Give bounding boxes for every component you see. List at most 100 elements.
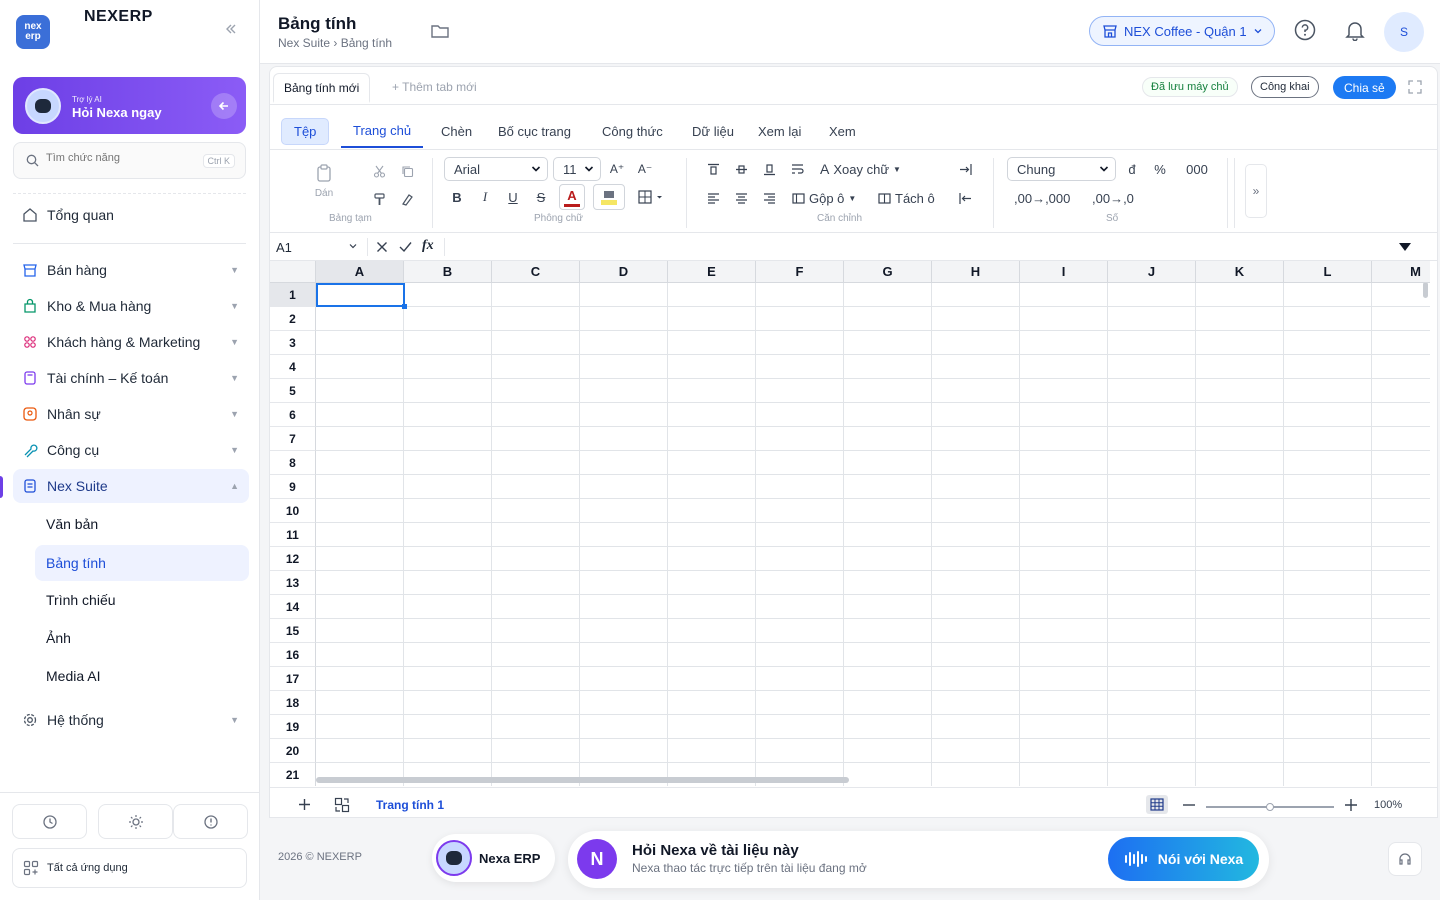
horizontal-scrollbar[interactable] <box>316 777 849 783</box>
nav-system[interactable]: Hệ thống ▼ <box>13 703 249 737</box>
sheet-tab-1[interactable]: Trang tính 1 <box>376 798 444 812</box>
cut-icon[interactable] <box>370 162 388 180</box>
tab-view[interactable]: Xem <box>817 115 868 148</box>
nav-tools[interactable]: Công cụ ▼ <box>13 433 249 467</box>
italic-button[interactable]: I <box>476 186 494 208</box>
alert-button[interactable] <box>173 804 248 839</box>
nexa-erp-pill[interactable]: Nexa ERP <box>432 834 555 882</box>
tab-home[interactable]: Trang chủ <box>341 115 424 148</box>
row-header[interactable]: 13 <box>270 571 316 595</box>
ribbon-more-button[interactable]: » <box>1245 164 1267 218</box>
support-button[interactable] <box>1388 842 1422 876</box>
font-family-select[interactable]: Arial <box>444 157 548 181</box>
spreadsheet-grid[interactable]: A B C D E F G H I J K L M 1 2 3 4 5 6 7 8 9 10 11 12 13 14 15 16 17 18… <box>270 261 1430 786</box>
row-header[interactable]: 1 <box>270 283 316 307</box>
wrap-text-icon[interactable] <box>788 160 806 178</box>
row-header[interactable]: 15 <box>270 619 316 643</box>
bold-button[interactable]: B <box>448 186 466 208</box>
breadcrumb[interactable]: Nex Suite › Bảng tính <box>278 36 392 50</box>
tab-data[interactable]: Dữ liệu <box>680 115 746 148</box>
all-apps-button[interactable]: Tất cả ứng dụng <box>12 848 247 888</box>
row-header[interactable]: 19 <box>270 715 316 739</box>
row-header[interactable]: 5 <box>270 379 316 403</box>
split-cells-button[interactable]: Tách ô <box>878 189 935 207</box>
row-header[interactable]: 10 <box>270 499 316 523</box>
fill-color-button[interactable] <box>593 184 625 210</box>
indent-right-icon[interactable] <box>956 160 974 178</box>
align-bottom-icon[interactable] <box>760 160 778 178</box>
sub-item-document[interactable]: Văn bản <box>35 506 249 542</box>
add-sheet-icon[interactable] <box>298 798 311 811</box>
nav-finance[interactable]: Tài chính – Kế toán ▼ <box>13 361 249 395</box>
align-left-icon[interactable] <box>704 189 722 207</box>
row-header[interactable]: 7 <box>270 427 316 451</box>
cell-area[interactable] <box>316 283 1430 786</box>
doc-tab[interactable]: Bảng tính mới <box>273 73 371 103</box>
eraser-icon[interactable] <box>398 190 416 208</box>
nav-overview[interactable]: Tổng quan <box>13 198 249 232</box>
nav-customers[interactable]: Khách hàng & Marketing ▼ <box>13 325 249 359</box>
sub-item-presentation[interactable]: Trình chiếu <box>35 582 249 618</box>
thousands-button[interactable]: 000 <box>1182 160 1212 178</box>
column-header[interactable]: C <box>492 261 580 283</box>
indent-left-icon[interactable] <box>956 189 974 207</box>
tab-page-layout[interactable]: Bố cục trang <box>486 115 583 148</box>
align-right-icon[interactable] <box>760 189 778 207</box>
select-all-corner[interactable] <box>270 261 316 283</box>
tab-review[interactable]: Xem lại <box>746 115 813 148</box>
row-header[interactable]: 8 <box>270 451 316 475</box>
decrease-decimal-button[interactable]: ,00→,0 <box>1092 189 1134 207</box>
chevron-down-icon[interactable] <box>348 241 358 251</box>
zoom-in-icon[interactable] <box>1344 798 1358 812</box>
column-header[interactable]: M <box>1372 261 1430 283</box>
strikethrough-button[interactable]: S <box>532 186 550 208</box>
search-input[interactable] <box>46 152 196 164</box>
help-icon[interactable] <box>1294 19 1316 41</box>
arrow-left-icon[interactable] <box>211 93 237 119</box>
rotate-text-button[interactable]: A Xoay chữ ▼ <box>820 160 901 178</box>
add-tab-button[interactable]: + Thêm tab mới <box>392 80 477 94</box>
paste-button[interactable]: Dán <box>310 186 338 200</box>
column-header[interactable]: G <box>844 261 932 283</box>
font-size-select[interactable]: 11 <box>553 157 601 181</box>
grid-view-icon[interactable] <box>1146 795 1168 814</box>
row-header[interactable]: 14 <box>270 595 316 619</box>
share-button[interactable]: Chia sẻ <box>1333 76 1396 99</box>
row-header[interactable]: 21 <box>270 763 316 786</box>
row-header[interactable]: 6 <box>270 403 316 427</box>
column-header[interactable]: K <box>1196 261 1284 283</box>
nav-nex-suite[interactable]: Nex Suite ▲ <box>13 469 249 503</box>
column-header[interactable]: L <box>1284 261 1372 283</box>
font-color-button[interactable]: A <box>559 184 585 210</box>
column-header[interactable]: B <box>404 261 492 283</box>
row-header[interactable]: 17 <box>270 667 316 691</box>
avatar[interactable]: S <box>1384 12 1424 52</box>
row-header[interactable]: 2 <box>270 307 316 331</box>
history-button[interactable] <box>12 804 87 839</box>
cancel-icon[interactable] <box>376 241 388 253</box>
brand[interactable]: nex erp <box>16 15 50 49</box>
align-middle-icon[interactable] <box>732 160 750 178</box>
row-header[interactable]: 18 <box>270 691 316 715</box>
feature-search[interactable]: Ctrl K <box>13 142 246 179</box>
expand-formula-icon[interactable] <box>1398 242 1412 252</box>
vertical-scrollbar[interactable] <box>1423 282 1428 298</box>
ask-nexa-card[interactable]: Trợ lý AI Hỏi Nexa ngay <box>13 77 246 134</box>
nav-sales[interactable]: Bán hàng ▼ <box>13 253 249 287</box>
zoom-out-icon[interactable] <box>1182 798 1196 812</box>
bell-icon[interactable] <box>1344 19 1366 41</box>
nav-inventory[interactable]: Kho & Mua hàng ▼ <box>13 289 249 323</box>
tab-insert[interactable]: Chèn <box>429 115 484 148</box>
paste-icon[interactable] <box>310 162 338 184</box>
sub-item-spreadsheet[interactable]: Bảng tính <box>35 545 249 581</box>
align-top-icon[interactable] <box>704 160 722 178</box>
column-header[interactable]: E <box>668 261 756 283</box>
collapse-sidebar-icon[interactable] <box>224 22 238 36</box>
column-header[interactable]: I <box>1020 261 1108 283</box>
increase-font-button[interactable]: A⁺ <box>608 160 626 178</box>
sub-item-image[interactable]: Ảnh <box>35 620 249 656</box>
row-header[interactable]: 3 <box>270 331 316 355</box>
column-header[interactable]: D <box>580 261 668 283</box>
formula-input[interactable] <box>450 237 1390 257</box>
store-selector[interactable]: NEX Coffee - Quận 1 <box>1089 16 1275 46</box>
